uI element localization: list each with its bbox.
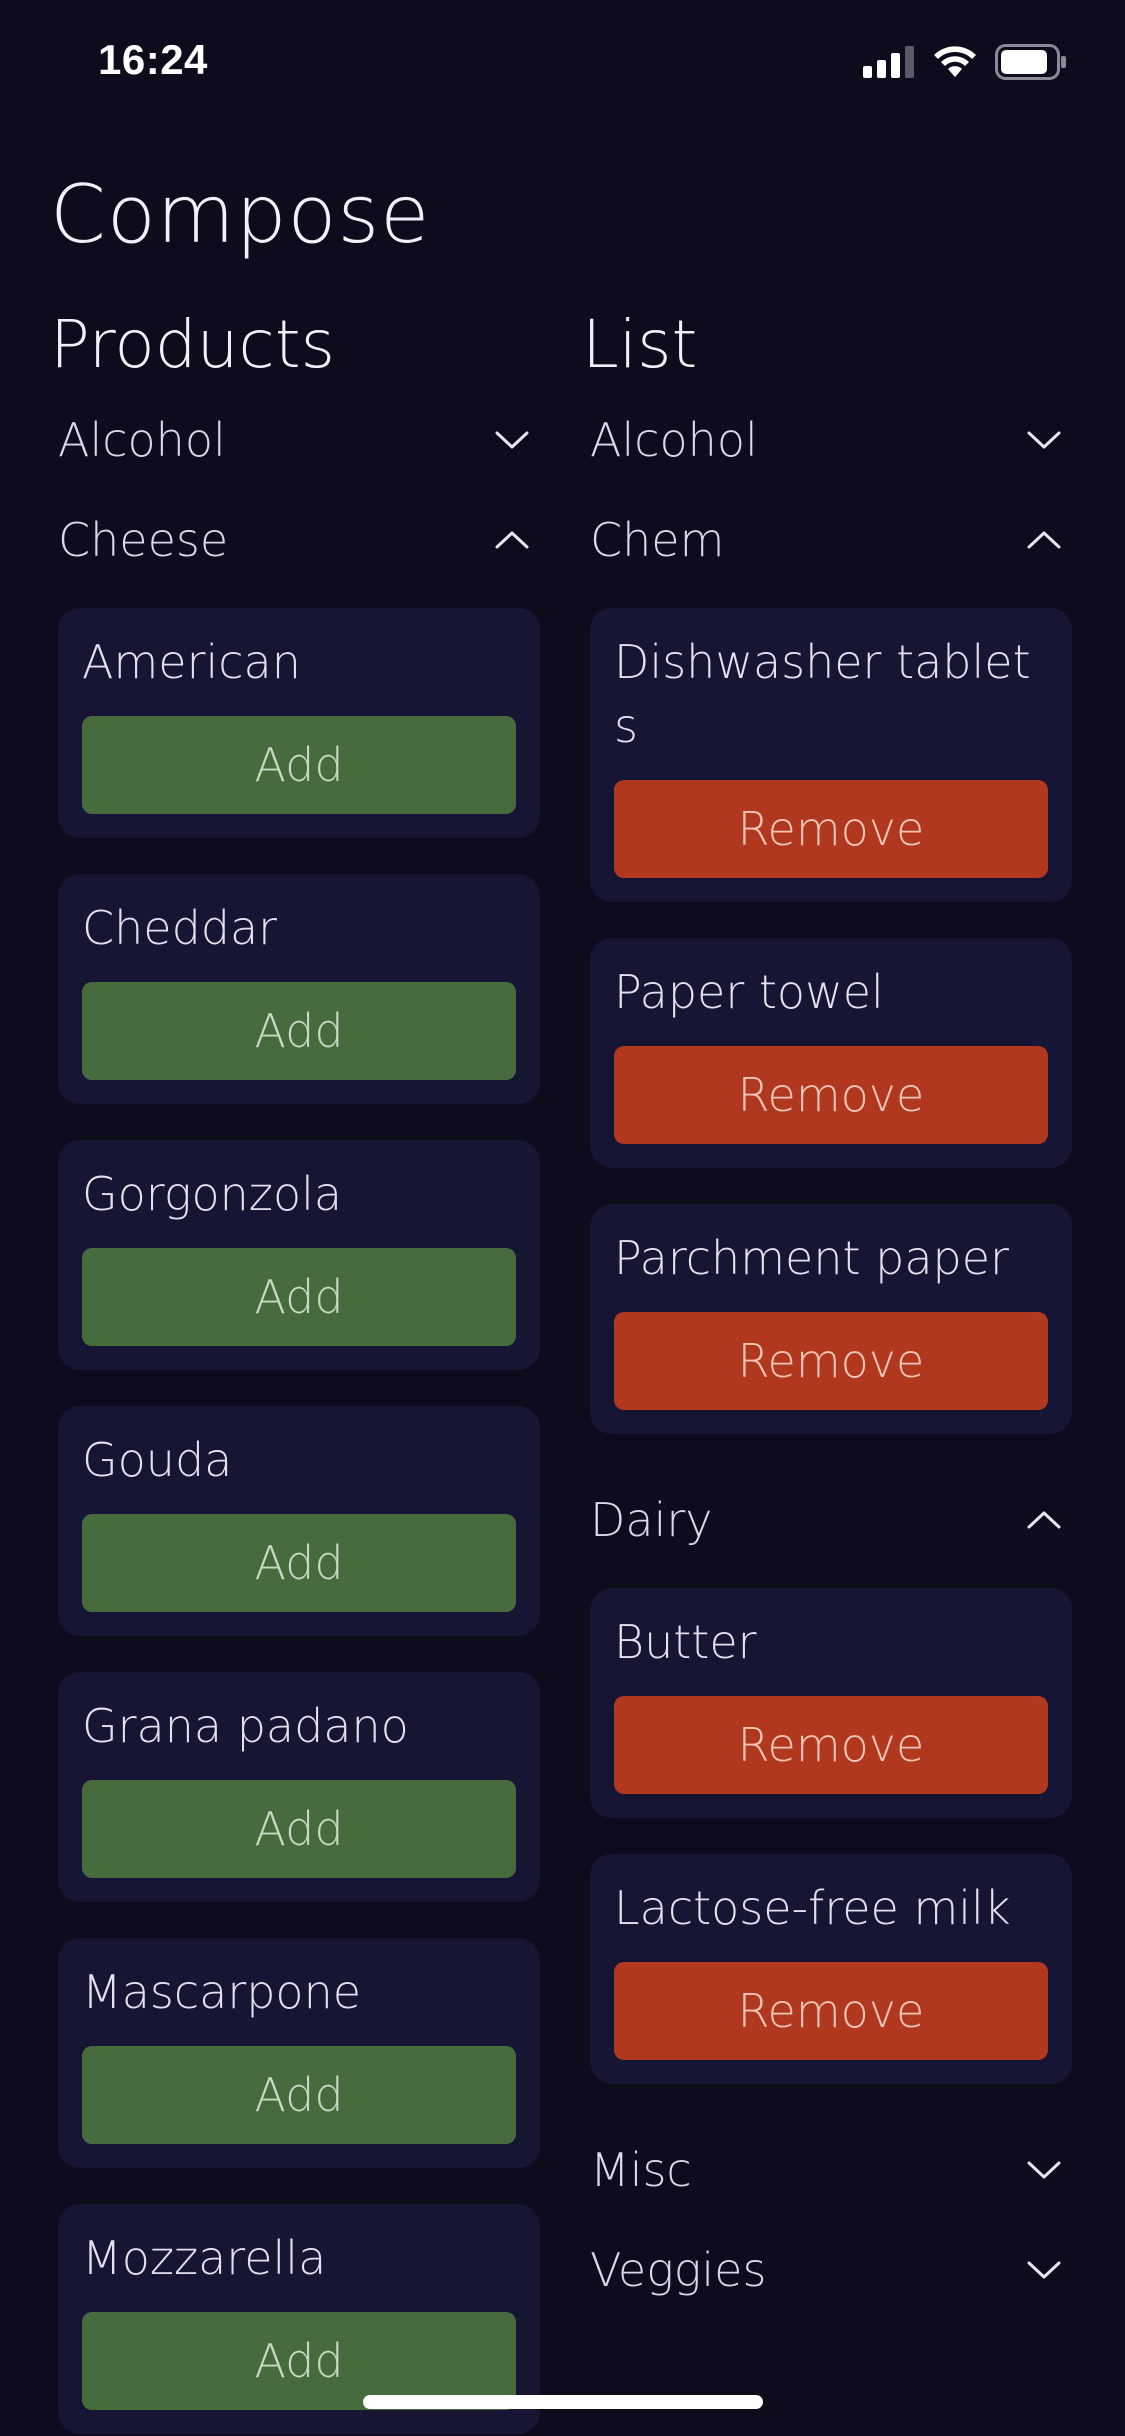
list-item-name: Parchment paper — [614, 1231, 1009, 1285]
product-name: Gorgonzola — [82, 1167, 343, 1221]
list-category-chem[interactable]: Chem — [582, 490, 1072, 590]
list-item-name: Butter — [614, 1615, 757, 1669]
products-column: Products Alcohol Cheese American Add Che… — [50, 300, 540, 2436]
chevron-up-icon — [492, 520, 532, 560]
product-name: Mascarpone — [82, 1965, 362, 2019]
remove-button[interactable]: Remove — [614, 1696, 1048, 1794]
home-indicator[interactable] — [363, 2395, 763, 2409]
list-title: List — [582, 306, 698, 383]
product-name: Mozzarella — [82, 2231, 327, 2285]
battery-icon — [995, 44, 1066, 80]
add-button[interactable]: Add — [82, 716, 516, 814]
remove-button[interactable]: Remove — [614, 780, 1048, 878]
category-label: Chem — [590, 513, 725, 567]
status-icons — [863, 44, 1067, 80]
list-chem-items: Dishwasher tablets Remove Paper towel Re… — [582, 590, 1072, 1434]
category-label: Dairy — [590, 1493, 713, 1547]
list-card: Lactose-free milk Remove — [590, 1854, 1072, 2084]
chevron-down-icon — [1024, 420, 1064, 460]
status-time: 16:24 — [98, 36, 208, 83]
remove-button[interactable]: Remove — [614, 1962, 1048, 2060]
category-label: Misc — [590, 2143, 692, 2197]
category-label: Cheese — [58, 513, 229, 567]
product-name: Gouda — [82, 1433, 233, 1487]
list-column: List Alcohol Chem Dishwasher tablets Rem… — [582, 300, 1072, 2320]
product-name: Grana padano — [82, 1699, 409, 1753]
add-button[interactable]: Add — [82, 1248, 516, 1346]
list-card: Butter Remove — [590, 1588, 1072, 1818]
product-card: Gouda Add — [58, 1406, 540, 1636]
chevron-down-icon — [1024, 2150, 1064, 2190]
remove-button[interactable]: Remove — [614, 1312, 1048, 1410]
products-category-alcohol[interactable]: Alcohol — [50, 390, 540, 490]
cellular-signal-icon — [863, 46, 914, 78]
products-title: Products — [50, 306, 335, 383]
list-card: Parchment paper Remove — [590, 1204, 1072, 1434]
chevron-up-icon — [1024, 520, 1064, 560]
add-button[interactable]: Add — [82, 1780, 516, 1878]
product-card: Cheddar Add — [58, 874, 540, 1104]
category-label: Alcohol — [58, 413, 226, 467]
product-card: Mascarpone Add — [58, 1938, 540, 2168]
remove-button[interactable]: Remove — [614, 1046, 1048, 1144]
chevron-down-icon — [492, 420, 532, 460]
add-button[interactable]: Add — [82, 2046, 516, 2144]
list-dairy-items: Butter Remove Lactose-free milk Remove — [582, 1570, 1072, 2084]
list-item-name: Paper towel — [614, 965, 884, 1019]
add-button[interactable]: Add — [82, 1514, 516, 1612]
wifi-icon — [934, 46, 976, 77]
product-name: Cheddar — [82, 901, 278, 955]
product-card: American Add — [58, 608, 540, 838]
add-button[interactable]: Add — [82, 982, 516, 1080]
products-category-cheese[interactable]: Cheese — [50, 490, 540, 590]
list-category-misc[interactable]: Misc — [582, 2120, 1072, 2220]
list-item-name: Lactose-free milk — [614, 1881, 1011, 1935]
chevron-up-icon — [1024, 1500, 1064, 1540]
product-card: Gorgonzola Add — [58, 1140, 540, 1370]
list-category-dairy[interactable]: Dairy — [582, 1470, 1072, 1570]
list-category-veggies[interactable]: Veggies — [582, 2220, 1072, 2320]
category-label: Veggies — [590, 2243, 767, 2297]
status-bar: 16:24 — [0, 0, 1125, 120]
product-name: American — [82, 635, 301, 689]
chevron-down-icon — [1024, 2250, 1064, 2290]
list-card: Paper towel Remove — [590, 938, 1072, 1168]
page-title: Compose — [50, 168, 431, 261]
products-item-list: American Add Cheddar Add Gorgonzola Add … — [50, 590, 540, 2434]
category-label: Alcohol — [590, 413, 758, 467]
product-card: Grana padano Add — [58, 1672, 540, 1902]
list-category-alcohol[interactable]: Alcohol — [582, 390, 1072, 490]
list-card: Dishwasher tablets Remove — [590, 608, 1072, 902]
list-item-name: Dishwasher tablets — [614, 635, 1031, 753]
